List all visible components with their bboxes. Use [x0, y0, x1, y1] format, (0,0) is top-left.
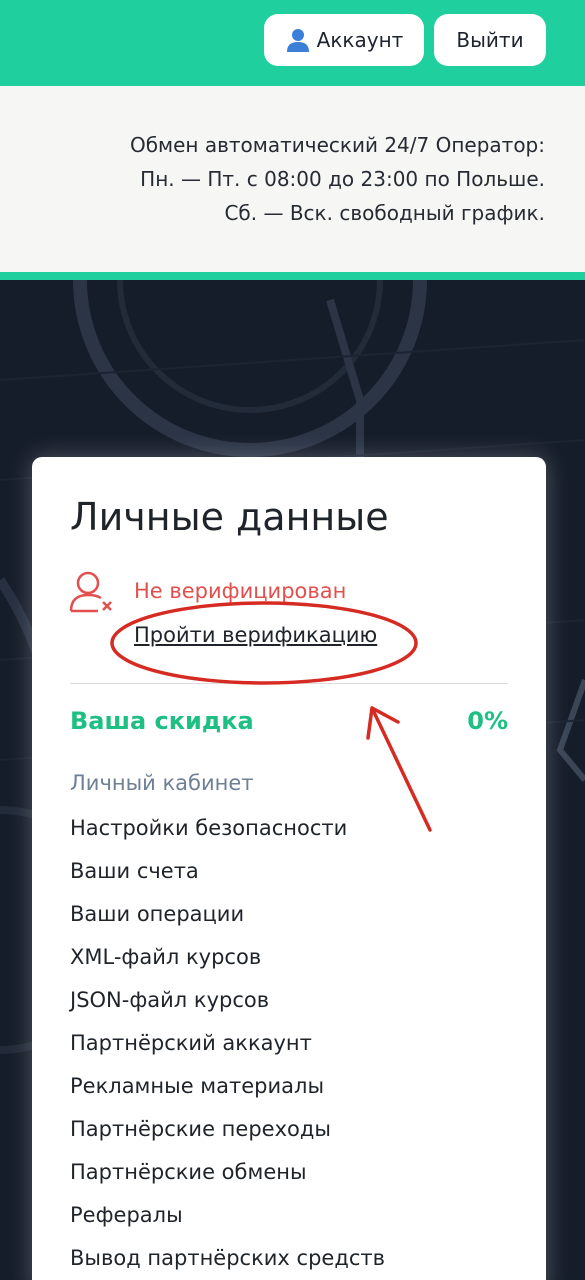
logout-button[interactable]: Выйти [434, 14, 546, 66]
verify-link[interactable]: Пройти верификацию [134, 623, 377, 647]
account-menu: Настройки безопасности Ваши счета Ваши о… [70, 813, 385, 1280]
info-line: Пн. — Пт. с 08:00 до 23:00 по Польше. [140, 167, 545, 191]
menu-item-operations[interactable]: Ваши операции [70, 899, 385, 942]
user-icon [286, 29, 309, 52]
page-title: Личные данные [70, 495, 389, 539]
menu-item-partner-withdrawal[interactable]: Вывод партнёрских средств [70, 1243, 385, 1280]
info-line: Сб. — Вск. свободный график. [224, 201, 545, 225]
divider [70, 683, 508, 684]
menu-item-accounts[interactable]: Ваши счета [70, 856, 385, 899]
menu-item-promo-materials[interactable]: Рекламные материалы [70, 1071, 385, 1114]
menu-item-referrals[interactable]: Рефералы [70, 1200, 385, 1243]
account-button-label: Аккаунт [316, 28, 404, 52]
menu-item-partner-clicks[interactable]: Партнёрские переходы [70, 1114, 385, 1157]
menu-item-partner-exchanges[interactable]: Партнёрские обмены [70, 1157, 385, 1200]
menu-item-partner-account[interactable]: Партнёрский аккаунт [70, 1028, 385, 1071]
logout-button-label: Выйти [456, 28, 524, 52]
user-unverified-icon [69, 571, 112, 613]
discount-value: 0% [467, 707, 508, 735]
account-button[interactable]: Аккаунт [264, 14, 424, 66]
personal-data-card: Личные данные Не верифицирован Пройти ве… [32, 457, 546, 1280]
discount-label: Ваша скидка [70, 707, 254, 735]
top-bar: Аккаунт Выйти [0, 0, 585, 86]
info-line: Обмен автоматический 24/7 Оператор: [129, 133, 545, 157]
menu-item-json-rates[interactable]: JSON-файл курсов [70, 985, 385, 1028]
operator-hours: Обмен автоматический 24/7 Оператор: Пн. … [25, 128, 545, 230]
menu-item-security-settings[interactable]: Настройки безопасности [70, 813, 385, 856]
operator-info-panel: Обмен автоматический 24/7 Оператор: Пн. … [0, 86, 585, 272]
menu-item-xml-rates[interactable]: XML-файл курсов [70, 942, 385, 985]
accent-divider [0, 272, 585, 280]
verification-status: Не верифицирован [134, 579, 347, 603]
menu-header[interactable]: Личный кабинет [70, 771, 254, 795]
